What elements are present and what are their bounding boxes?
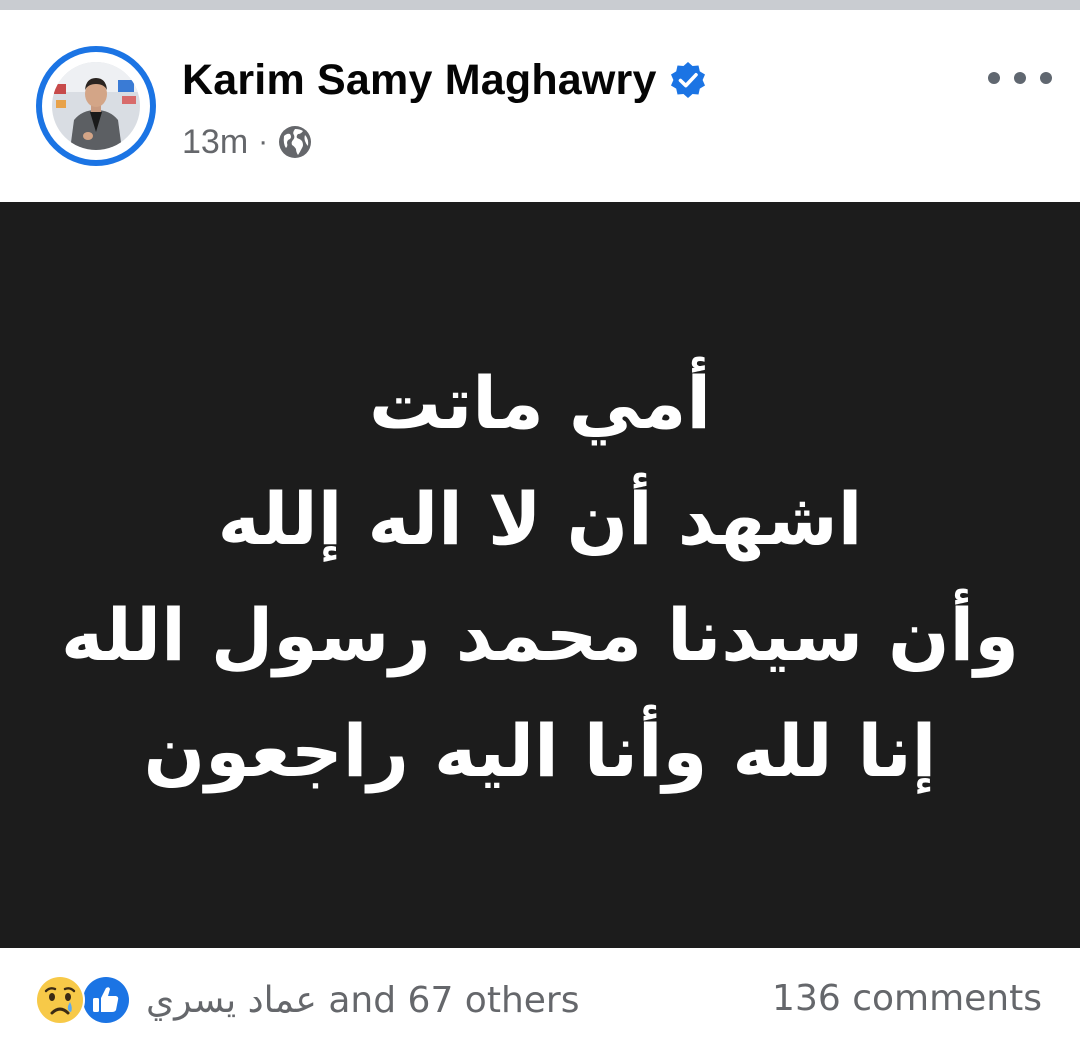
top-divider [0,0,1080,10]
more-options-icon [988,72,1000,84]
author-name[interactable]: Karim Samy Maghawry [182,56,657,105]
post-meta: 13m · [182,118,312,166]
reaction-icons [34,974,134,1026]
avatar-story-ring[interactable] [36,46,156,166]
reactors-count: and 67 others [328,979,580,1021]
avatar-photo [52,62,140,150]
post-header: Karim Samy Maghawry 13m · [0,10,1080,200]
reactions-summary[interactable]: عماد يسري and 67 others [34,972,579,1028]
verified-badge-icon [669,61,707,99]
more-options-icon-dot [1040,72,1052,84]
post-footer: عماد يسري and 67 others 136 comments [0,948,1080,1062]
comments-count-link[interactable]: 136 comments [772,978,1042,1019]
avatar[interactable] [52,62,140,150]
post-image-text: أمي ماتت اشهد أن لا اله إلله وأن سيدنا م… [61,345,1019,809]
reactor-name: عماد يسري [146,979,317,1021]
author-row: Karim Samy Maghawry [182,54,707,106]
reactions-text: عماد يسري and 67 others [146,980,579,1021]
post-image[interactable]: أمي ماتت اشهد أن لا اله إلله وأن سيدنا م… [0,202,1080,948]
like-reaction-icon [80,974,132,1026]
more-options-icon-dot [1014,72,1026,84]
more-options-button[interactable] [988,60,1052,96]
sad-reaction-icon [34,974,86,1026]
image-text-line: إنا لله وأنا اليه راجعون [143,709,937,793]
globe-icon[interactable] [278,125,312,159]
avatar-frame [42,52,150,160]
post-timestamp[interactable]: 13m [182,123,248,162]
image-text-line: وأن سيدنا محمد رسول الله [61,593,1019,677]
meta-separator: · [258,125,269,158]
image-text-line: اشهد أن لا اله إلله [217,477,863,561]
image-text-line: أمي ماتت [368,361,712,445]
